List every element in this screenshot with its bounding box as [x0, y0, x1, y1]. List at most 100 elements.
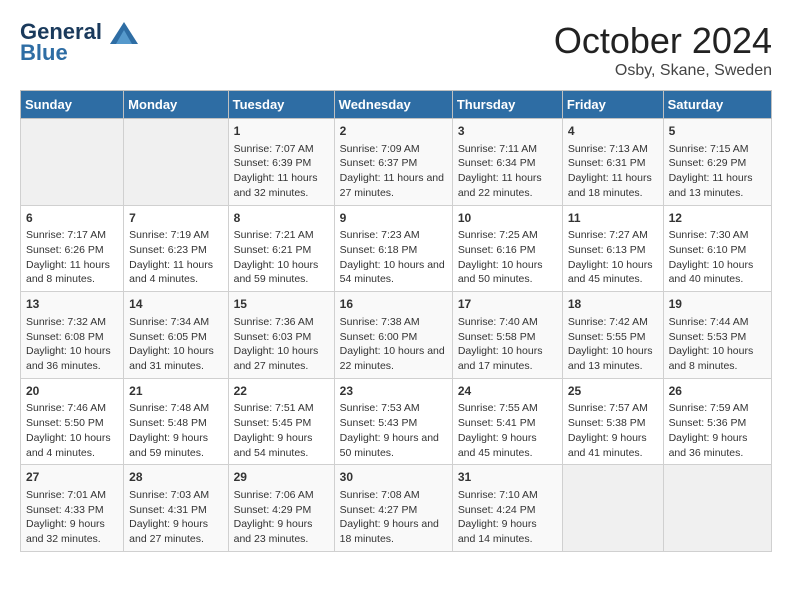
- calendar-cell: 4Sunrise: 7:13 AMSunset: 6:31 PMDaylight…: [562, 119, 663, 206]
- calendar-cell: 18 Sunrise: 7:42 AMSunset: 5:55 PMDayligh…: [562, 292, 663, 379]
- day-info: Sunrise: 7:01 AMSunset: 4:33 PMDaylight:…: [26, 489, 106, 545]
- day-number: 14: [129, 296, 222, 313]
- day-info: Sunrise: 7:17 AMSunset: 6:26 PMDaylight:…: [26, 229, 110, 285]
- day-info: Sunrise: 7:57 AMSunset: 5:38 PMDaylight:…: [568, 402, 648, 458]
- day-number: 12: [669, 210, 766, 227]
- day-number: 29: [234, 469, 329, 486]
- day-number: 28: [129, 469, 222, 486]
- day-info: Sunrise: 7:25 AMSunset: 6:16 PMDaylight:…: [458, 229, 543, 285]
- calendar-cell: 6 Sunrise: 7:17 AMSunset: 6:26 PMDaylight…: [21, 205, 124, 292]
- calendar-cell: 7 Sunrise: 7:19 AMSunset: 6:23 PMDaylight…: [124, 205, 228, 292]
- day-number: 19: [669, 296, 766, 313]
- day-info: Sunrise: 7:44 AMSunset: 5:53 PMDaylight:…: [669, 316, 754, 372]
- calendar-cell: 14Sunrise: 7:34 AMSunset: 6:05 PMDayligh…: [124, 292, 228, 379]
- day-number: 15: [234, 296, 329, 313]
- day-info: Sunrise: 7:06 AMSunset: 4:29 PMDaylight:…: [234, 489, 314, 545]
- day-info: Sunrise: 7:11 AMSunset: 6:34 PMDaylight:…: [458, 143, 542, 199]
- calendar-cell: 9Sunrise: 7:23 AMSunset: 6:18 PMDaylight…: [334, 205, 452, 292]
- day-number: 20: [26, 383, 118, 400]
- calendar-week-row: 1 Sunrise: 7:07 AMSunset: 6:39 PMDaylight…: [21, 119, 772, 206]
- day-info: Sunrise: 7:48 AMSunset: 5:48 PMDaylight:…: [129, 402, 209, 458]
- day-number: 5: [669, 123, 766, 140]
- weekday-header-row: SundayMondayTuesdayWednesdayThursdayFrid…: [21, 91, 772, 119]
- day-info: Sunrise: 7:59 AMSunset: 5:36 PMDaylight:…: [669, 402, 749, 458]
- day-number: 23: [340, 383, 447, 400]
- day-info: Sunrise: 7:36 AMSunset: 6:03 PMDaylight:…: [234, 316, 319, 372]
- weekday-header: Sunday: [21, 91, 124, 119]
- calendar-cell: 2 Sunrise: 7:09 AMSunset: 6:37 PMDaylight…: [334, 119, 452, 206]
- day-info: Sunrise: 7:38 AMSunset: 6:00 PMDaylight:…: [340, 316, 445, 372]
- calendar-cell: 17Sunrise: 7:40 AMSunset: 5:58 PMDayligh…: [452, 292, 562, 379]
- calendar-cell: 13 Sunrise: 7:32 AMSunset: 6:08 PMDayligh…: [21, 292, 124, 379]
- calendar-cell: 11 Sunrise: 7:27 AMSunset: 6:13 PMDayligh…: [562, 205, 663, 292]
- day-number: 16: [340, 296, 447, 313]
- day-info: Sunrise: 7:55 AMSunset: 5:41 PMDaylight:…: [458, 402, 538, 458]
- location: Osby, Skane, Sweden: [554, 62, 772, 80]
- calendar-cell: 5 Sunrise: 7:15 AMSunset: 6:29 PMDaylight…: [663, 119, 771, 206]
- logo: General Blue: [20, 20, 138, 66]
- day-number: 24: [458, 383, 557, 400]
- calendar-cell: 31 Sunrise: 7:10 AMSunset: 4:24 PMDayligh…: [452, 465, 562, 552]
- weekday-header: Tuesday: [228, 91, 334, 119]
- day-number: 22: [234, 383, 329, 400]
- calendar-cell: 23 Sunrise: 7:53 AMSunset: 5:43 PMDayligh…: [334, 378, 452, 465]
- day-number: 3: [458, 123, 557, 140]
- day-number: 26: [669, 383, 766, 400]
- calendar-cell: 8 Sunrise: 7:21 AMSunset: 6:21 PMDaylight…: [228, 205, 334, 292]
- day-number: 2: [340, 123, 447, 140]
- day-info: Sunrise: 7:51 AMSunset: 5:45 PMDaylight:…: [234, 402, 314, 458]
- calendar-cell: 24 Sunrise: 7:55 AMSunset: 5:41 PMDayligh…: [452, 378, 562, 465]
- day-number: 25: [568, 383, 658, 400]
- day-number: 7: [129, 210, 222, 227]
- day-info: Sunrise: 7:40 AMSunset: 5:58 PMDaylight:…: [458, 316, 543, 372]
- day-number: 30: [340, 469, 447, 486]
- weekday-header: Monday: [124, 91, 228, 119]
- calendar-week-row: 6 Sunrise: 7:17 AMSunset: 6:26 PMDaylight…: [21, 205, 772, 292]
- weekday-header: Wednesday: [334, 91, 452, 119]
- month-title: October 2024: [554, 20, 772, 62]
- day-number: 13: [26, 296, 118, 313]
- day-number: 6: [26, 210, 118, 227]
- day-info: Sunrise: 7:19 AMSunset: 6:23 PMDaylight:…: [129, 229, 213, 285]
- day-info: Sunrise: 7:23 AMSunset: 6:18 PMDaylight:…: [340, 229, 445, 285]
- calendar-cell: 25 Sunrise: 7:57 AMSunset: 5:38 PMDayligh…: [562, 378, 663, 465]
- day-info: Sunrise: 7:13 AMSunset: 6:31 PMDaylight:…: [568, 143, 652, 199]
- day-number: 21: [129, 383, 222, 400]
- day-info: Sunrise: 7:15 AMSunset: 6:29 PMDaylight:…: [669, 143, 753, 199]
- day-info: Sunrise: 7:46 AMSunset: 5:50 PMDaylight:…: [26, 402, 111, 458]
- page-header: General Blue October 2024 Osby, Skane, S…: [20, 20, 772, 80]
- day-number: 11: [568, 210, 658, 227]
- calendar-cell: 30 Sunrise: 7:08 AMSunset: 4:27 PMDayligh…: [334, 465, 452, 552]
- day-number: 27: [26, 469, 118, 486]
- day-number: 1: [234, 123, 329, 140]
- day-info: Sunrise: 7:42 AMSunset: 5:55 PMDaylight:…: [568, 316, 653, 372]
- calendar-cell: 16 Sunrise: 7:38 AMSunset: 6:00 PMDayligh…: [334, 292, 452, 379]
- calendar-cell: 3 Sunrise: 7:11 AMSunset: 6:34 PMDaylight…: [452, 119, 562, 206]
- day-info: Sunrise: 7:08 AMSunset: 4:27 PMDaylight:…: [340, 489, 439, 545]
- day-info: Sunrise: 7:32 AMSunset: 6:08 PMDaylight:…: [26, 316, 111, 372]
- weekday-header: Saturday: [663, 91, 771, 119]
- day-info: Sunrise: 7:27 AMSunset: 6:13 PMDaylight:…: [568, 229, 653, 285]
- day-info: Sunrise: 7:09 AMSunset: 6:37 PMDaylight:…: [340, 143, 444, 199]
- calendar-cell: 12 Sunrise: 7:30 AMSunset: 6:10 PMDayligh…: [663, 205, 771, 292]
- calendar-cell: 15 Sunrise: 7:36 AMSunset: 6:03 PMDayligh…: [228, 292, 334, 379]
- calendar-cell: 22 Sunrise: 7:51 AMSunset: 5:45 PMDayligh…: [228, 378, 334, 465]
- calendar-cell: 10 Sunrise: 7:25 AMSunset: 6:16 PMDayligh…: [452, 205, 562, 292]
- day-number: 31: [458, 469, 557, 486]
- calendar-week-row: 13 Sunrise: 7:32 AMSunset: 6:08 PMDayligh…: [21, 292, 772, 379]
- logo-icon: [110, 22, 138, 44]
- day-number: 8: [234, 210, 329, 227]
- day-info: Sunrise: 7:07 AMSunset: 6:39 PMDaylight:…: [234, 143, 318, 199]
- day-info: Sunrise: 7:30 AMSunset: 6:10 PMDaylight:…: [669, 229, 754, 285]
- calendar-cell: 29 Sunrise: 7:06 AMSunset: 4:29 PMDayligh…: [228, 465, 334, 552]
- day-number: 18: [568, 296, 658, 313]
- day-info: Sunrise: 7:21 AMSunset: 6:21 PMDaylight:…: [234, 229, 319, 285]
- day-number: 10: [458, 210, 557, 227]
- calendar-cell: 27 Sunrise: 7:01 AMSunset: 4:33 PMDayligh…: [21, 465, 124, 552]
- day-info: Sunrise: 7:10 AMSunset: 4:24 PMDaylight:…: [458, 489, 538, 545]
- calendar-cell: 1 Sunrise: 7:07 AMSunset: 6:39 PMDaylight…: [228, 119, 334, 206]
- calendar-cell: 26 Sunrise: 7:59 AMSunset: 5:36 PMDayligh…: [663, 378, 771, 465]
- calendar-cell: 28Sunrise: 7:03 AMSunset: 4:31 PMDayligh…: [124, 465, 228, 552]
- day-info: Sunrise: 7:53 AMSunset: 5:43 PMDaylight:…: [340, 402, 439, 458]
- calendar-week-row: 27 Sunrise: 7:01 AMSunset: 4:33 PMDayligh…: [21, 465, 772, 552]
